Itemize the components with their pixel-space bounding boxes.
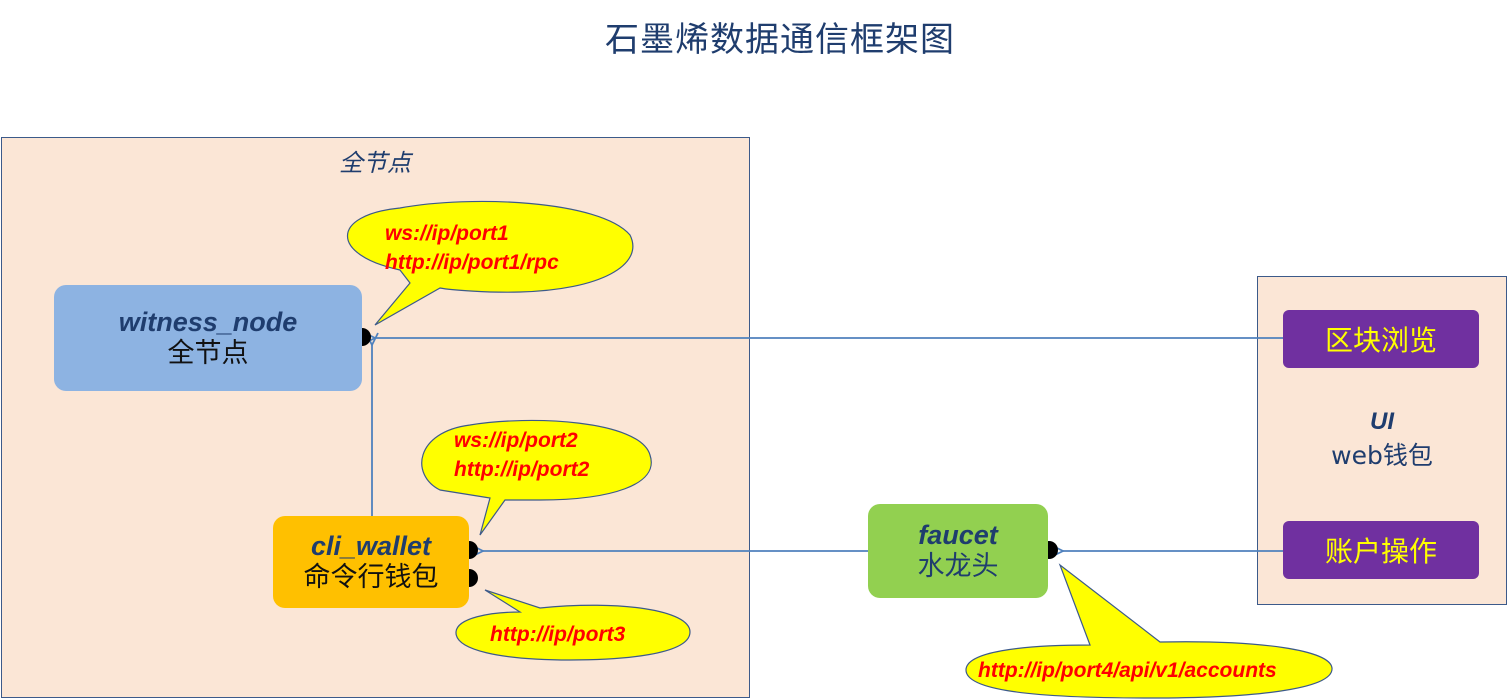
ui-group-label: UI web钱包 — [1257, 405, 1507, 473]
callout-witness-text: ws://ip/port1 http://ip/port1/rpc — [385, 219, 559, 277]
callout-cli-top-line-2: http://ip/port2 — [454, 458, 590, 481]
witness-node-label: 全节点 — [167, 338, 249, 369]
callout-witness-line-1: ws://ip/port1 — [385, 222, 509, 245]
cli-wallet-name: cli_wallet — [310, 531, 432, 561]
witness-node-box: witness_node 全节点 — [54, 285, 362, 391]
ui-group-title: UI — [1370, 408, 1394, 435]
cli-wallet-label: 命令行钱包 — [303, 562, 439, 593]
ui-group-subtitle: web钱包 — [1331, 441, 1433, 470]
callout-faucet-line-1: http://ip/port4/api/v1/accounts — [978, 659, 1277, 682]
callout-cli-bottom-line-1: http://ip/port3 — [490, 623, 626, 646]
callout-cli-bottom-text: http://ip/port3 — [490, 620, 625, 649]
callout-cli-top-text: ws://ip/port2 http://ip/port2 — [454, 426, 589, 484]
callout-witness-line-2: http://ip/port1/rpc — [385, 251, 559, 274]
faucet-box: faucet 水龙头 — [868, 504, 1048, 598]
callout-cli-top-line-1: ws://ip/port2 — [454, 429, 578, 452]
faucet-name: faucet — [918, 520, 998, 550]
callout-faucet-text: http://ip/port4/api/v1/accounts — [978, 656, 1277, 685]
block-browse-button[interactable]: 区块浏览 — [1283, 310, 1479, 368]
cli-wallet-box: cli_wallet 命令行钱包 — [273, 516, 469, 608]
witness-node-name: witness_node — [118, 307, 298, 337]
faucet-label: 水龙头 — [917, 551, 999, 582]
account-operations-button[interactable]: 账户操作 — [1283, 521, 1479, 579]
